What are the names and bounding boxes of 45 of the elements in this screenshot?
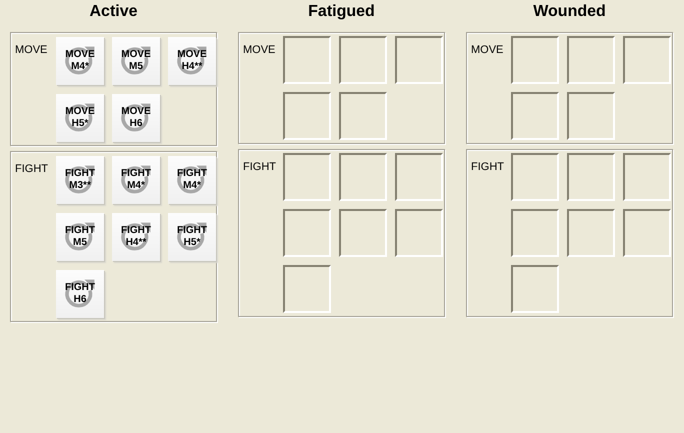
empty-slot[interactable] [339, 92, 387, 140]
action-card[interactable]: MOVE H4** [168, 37, 216, 85]
empty-slot[interactable] [283, 92, 331, 140]
empty-slot[interactable] [339, 36, 387, 84]
action-card[interactable]: FIGHT H5* [168, 213, 216, 261]
group-label: FIGHT [15, 163, 49, 175]
group-label: MOVE [243, 44, 276, 56]
empty-slot[interactable] [283, 209, 331, 257]
empty-slot[interactable] [395, 36, 443, 84]
empty-slot[interactable] [283, 153, 331, 201]
group-label: MOVE [15, 44, 48, 56]
column-title: Fatigued [307, 2, 376, 22]
empty-slot[interactable] [283, 265, 331, 313]
action-card[interactable]: FIGHT M3** [56, 156, 104, 204]
empty-slot[interactable] [511, 92, 559, 140]
column-title: Active [88, 2, 139, 22]
action-card[interactable]: MOVE H6 [112, 94, 160, 142]
empty-slot[interactable] [339, 153, 387, 201]
action-card[interactable]: FIGHT M4* [168, 156, 216, 204]
empty-slot[interactable] [511, 153, 559, 201]
group-label: MOVE [471, 44, 504, 56]
empty-slot[interactable] [283, 36, 331, 84]
empty-slot[interactable] [395, 209, 443, 257]
empty-slot[interactable] [567, 92, 615, 140]
empty-slot[interactable] [511, 209, 559, 257]
empty-slot[interactable] [567, 209, 615, 257]
column-title: Wounded [532, 2, 607, 22]
group-label: FIGHT [471, 161, 505, 173]
action-card[interactable]: MOVE M5 [112, 37, 160, 85]
empty-slot[interactable] [339, 209, 387, 257]
empty-slot[interactable] [395, 153, 443, 201]
action-card[interactable]: FIGHT H4** [112, 213, 160, 261]
action-card[interactable]: FIGHT M4* [112, 156, 160, 204]
empty-slot[interactable] [623, 209, 671, 257]
empty-slot[interactable] [511, 265, 559, 313]
action-card[interactable]: MOVE M4* [56, 37, 104, 85]
action-card[interactable]: FIGHT M5 [56, 213, 104, 261]
action-card[interactable]: MOVE H5* [56, 94, 104, 142]
empty-slot[interactable] [623, 153, 671, 201]
group-label: FIGHT [243, 161, 277, 173]
empty-slot[interactable] [567, 153, 615, 201]
empty-slot[interactable] [511, 36, 559, 84]
empty-slot[interactable] [567, 36, 615, 84]
empty-slot[interactable] [623, 36, 671, 84]
action-card[interactable]: FIGHT H6 [56, 270, 104, 318]
